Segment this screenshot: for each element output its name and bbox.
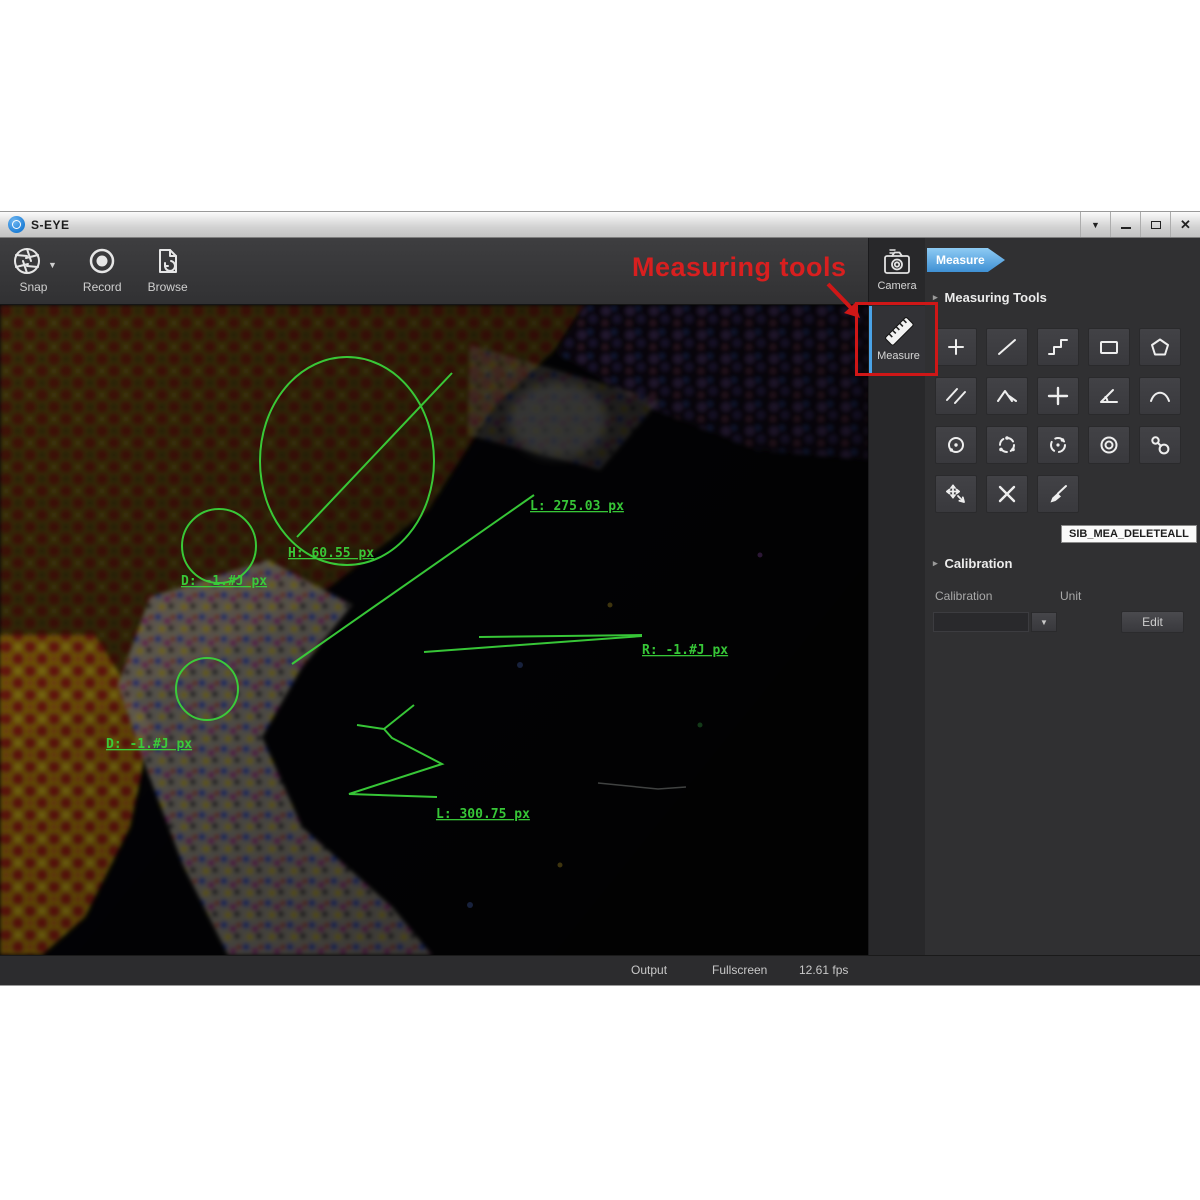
- close-button[interactable]: ✕: [1170, 212, 1200, 237]
- tab-camera[interactable]: Camera: [869, 240, 925, 302]
- window-title: S-EYE: [31, 217, 70, 232]
- maximize-button[interactable]: [1140, 212, 1170, 237]
- measuring-tool-grid: [935, 328, 1181, 513]
- record-label: Record: [82, 280, 122, 294]
- snap-dropdown-icon[interactable]: ▼: [48, 260, 57, 270]
- tool-circle-center-radius-button[interactable]: [935, 426, 977, 464]
- tool-arc-button[interactable]: [1139, 377, 1181, 415]
- calibration-select-field[interactable]: [933, 612, 1029, 632]
- tool-angle-button[interactable]: [1088, 377, 1130, 415]
- measuring-tools-header[interactable]: ▸ Measuring Tools: [933, 290, 1047, 305]
- measure-panel: Measure ▸ Measuring Tools SIB_MEA_DELETE…: [925, 238, 1200, 955]
- tool-move-button[interactable]: [935, 475, 977, 513]
- record-button[interactable]: Record: [83, 244, 122, 294]
- calibration-label: Calibration: [935, 589, 993, 603]
- pin-menu-button[interactable]: ▼: [1080, 212, 1110, 237]
- measure-label-h: H: 60.55 px: [288, 546, 374, 561]
- shutter-icon: [10, 244, 44, 278]
- tool-delete-button[interactable]: [986, 475, 1028, 513]
- window-controls: ▼ ✕: [1080, 212, 1200, 237]
- titlebar: S-EYE ▼ ✕: [0, 212, 1200, 238]
- record-icon: [85, 244, 119, 278]
- measuring-tools-title: Measuring Tools: [944, 290, 1047, 305]
- tool-delete-all-button[interactable]: [1037, 475, 1079, 513]
- tab-camera-label: Camera: [877, 280, 917, 292]
- browse-label: Browse: [147, 280, 188, 294]
- calibration-dropdown-button[interactable]: ▼: [1031, 612, 1057, 632]
- delete-all-tooltip: SIB_MEA_DELETEALL: [1061, 525, 1197, 543]
- browse-button[interactable]: Browse: [148, 244, 188, 294]
- close-icon: ✕: [1180, 216, 1191, 232]
- tool-crosshair-button[interactable]: [1037, 377, 1079, 415]
- measure-label-l1: L: 275.03 px: [530, 499, 624, 514]
- camera-icon: [884, 249, 910, 274]
- minimize-icon: [1120, 226, 1131, 229]
- specimen-background: [0, 305, 868, 955]
- tool-polygon-button[interactable]: [1139, 328, 1181, 366]
- output-button[interactable]: Output: [631, 963, 667, 977]
- tool-circle-3-points-button[interactable]: [986, 426, 1028, 464]
- section-bullet-icon: ▸: [933, 558, 938, 568]
- measure-label-l2: L: 300.75 px: [436, 807, 530, 822]
- unit-label: Unit: [1060, 589, 1082, 603]
- image-canvas[interactable]: H: 60.55 px D: -1.#J px L: 275.03 px R: …: [0, 305, 868, 955]
- calibration-header[interactable]: ▸ Calibration: [933, 556, 1012, 571]
- maximize-icon: [1150, 220, 1161, 229]
- snap-label: Snap: [19, 280, 48, 294]
- fullscreen-button[interactable]: Fullscreen: [712, 963, 767, 977]
- app-logo-icon: [8, 216, 25, 233]
- caret-down-icon: ▼: [1091, 219, 1100, 230]
- measure-label-d1: D: -1.#J px: [181, 574, 267, 589]
- microscope-image: H: 60.55 px D: -1.#J px L: 275.03 px R: …: [0, 305, 868, 955]
- fps-indicator: 12.61 fps: [799, 963, 849, 977]
- minimize-button[interactable]: [1110, 212, 1140, 237]
- calibration-title: Calibration: [944, 556, 1013, 571]
- chevron-down-icon: ▼: [1040, 617, 1048, 627]
- measure-label-d2: D: -1.#J px: [106, 737, 192, 752]
- tool-rectangle-button[interactable]: [1088, 328, 1130, 366]
- tool-point-button[interactable]: [935, 328, 977, 366]
- tool-circle-2-points-button[interactable]: [1037, 426, 1079, 464]
- tool-concentric-circles-button[interactable]: [1088, 426, 1130, 464]
- tool-polyline-button[interactable]: [1037, 328, 1079, 366]
- browse-icon: [151, 244, 185, 278]
- statusbar: Output Fullscreen 12.61 fps: [0, 955, 1200, 985]
- measure-breadcrumb-tag[interactable]: Measure: [927, 248, 1005, 272]
- edit-button[interactable]: Edit: [1121, 611, 1184, 633]
- tool-parallel-lines-button[interactable]: [935, 377, 977, 415]
- tool-perpendicular-button[interactable]: [986, 377, 1028, 415]
- tool-line-button[interactable]: [986, 328, 1028, 366]
- annotation-text: Measuring tools: [632, 252, 847, 282]
- annotation-arrow-icon: [826, 282, 860, 318]
- snap-button[interactable]: ▼ Snap: [10, 244, 57, 294]
- app-window: S-EYE ▼ ✕ ▼ Snap Record Browse H: 60.55 …: [0, 212, 1200, 985]
- measure-label-r: R: -1.#J px: [642, 643, 728, 658]
- tool-two-circles-button[interactable]: [1139, 426, 1181, 464]
